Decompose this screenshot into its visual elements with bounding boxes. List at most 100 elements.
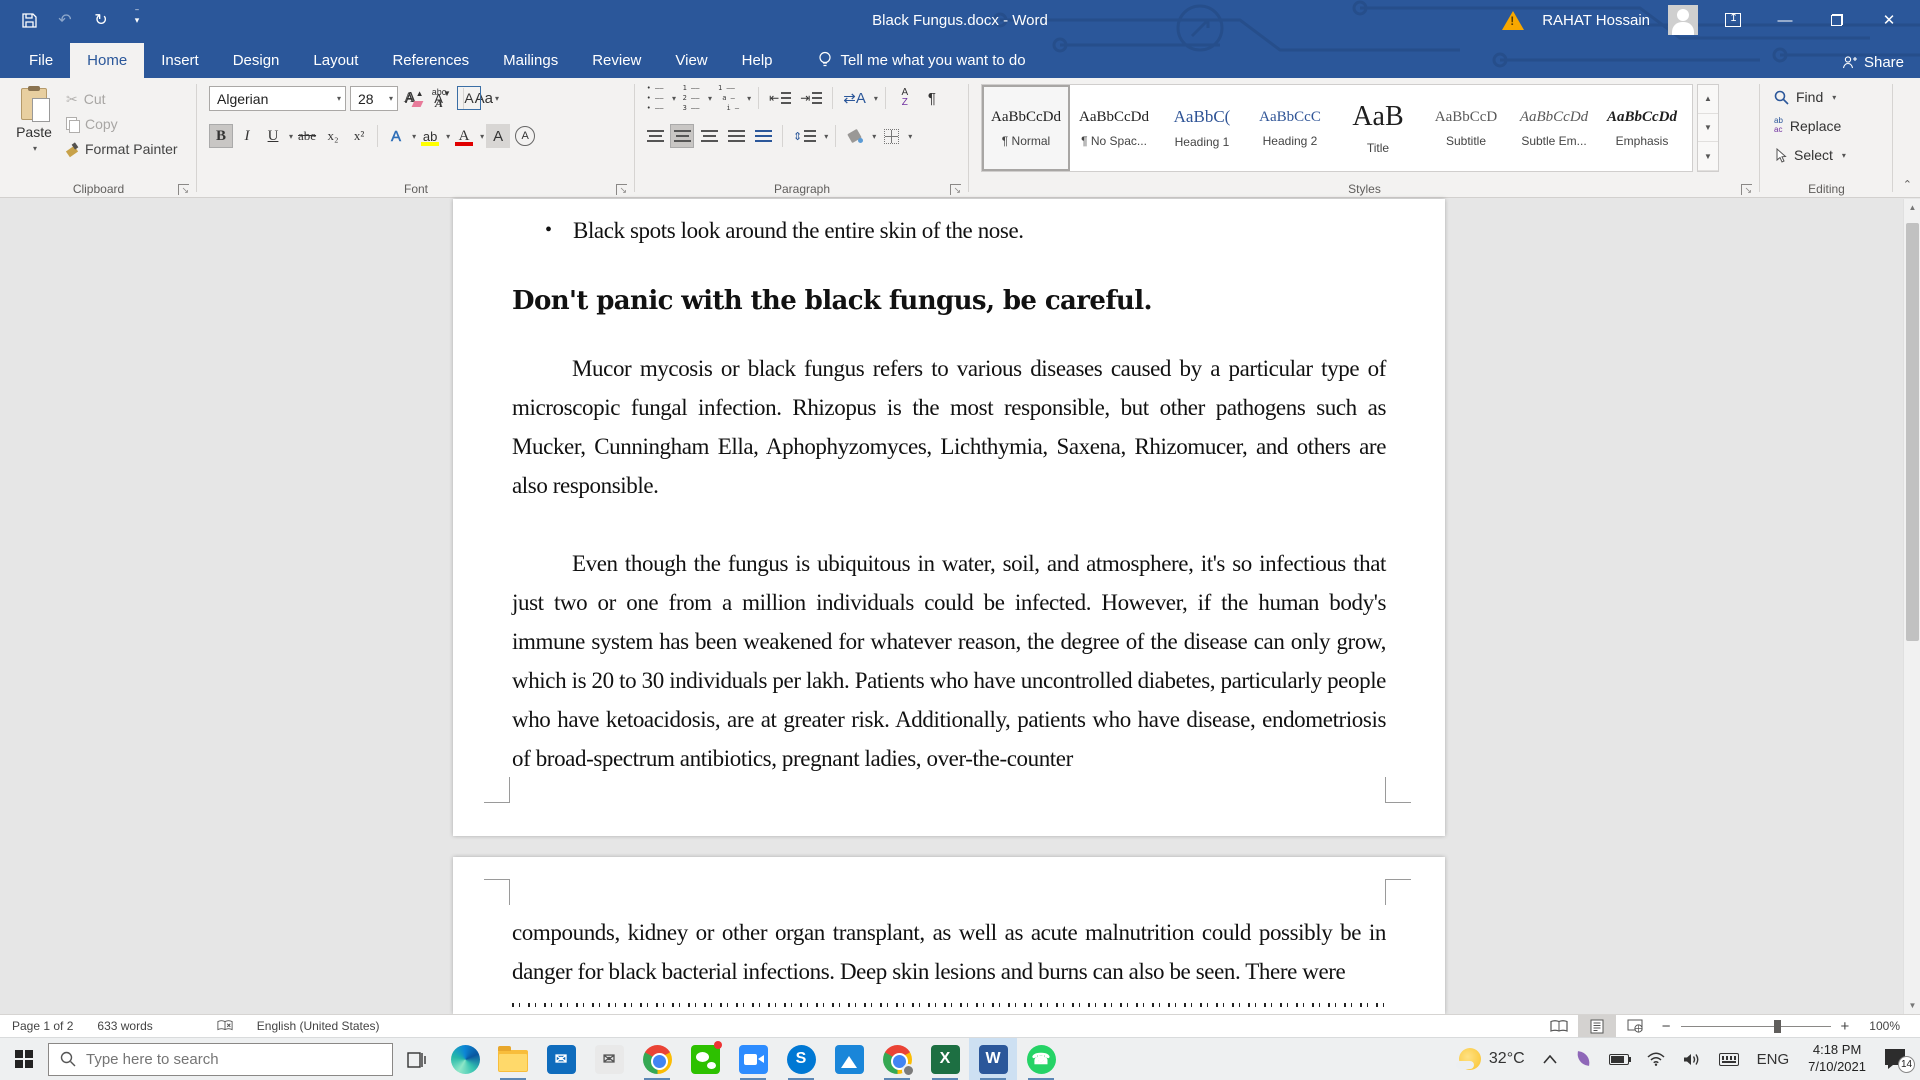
- tab-design[interactable]: Design: [216, 43, 297, 78]
- replace-button[interactable]: ab ac Replace: [1774, 115, 1846, 137]
- text-effects-dropdown-arrow[interactable]: ▾: [412, 132, 416, 141]
- tab-home[interactable]: Home: [70, 43, 144, 78]
- superscript-button[interactable]: x²: [347, 124, 371, 148]
- taskbar-app-whatsapp[interactable]: ☎: [1017, 1038, 1065, 1080]
- taskbar-app-chrome-profile[interactable]: [873, 1038, 921, 1080]
- vertical-scrollbar[interactable]: ▲ ▼: [1903, 199, 1920, 1014]
- shading-dropdown-arrow[interactable]: ▾: [872, 132, 876, 141]
- bold-button[interactable]: B: [209, 124, 233, 148]
- close-button[interactable]: ✕: [1872, 0, 1906, 40]
- font-color-dropdown-arrow[interactable]: ▾: [480, 132, 484, 141]
- show-formatting-marks-button[interactable]: ¶: [920, 86, 944, 110]
- collapse-ribbon-icon[interactable]: ⌃: [1903, 178, 1912, 191]
- taskbar-app-word[interactable]: W: [969, 1038, 1017, 1080]
- select-dropdown-arrow[interactable]: ▾: [1842, 151, 1846, 160]
- styles-gallery-more-icon[interactable]: ▼: [1698, 142, 1718, 171]
- style-heading-1[interactable]: AaBbC(Heading 1: [1158, 85, 1246, 171]
- line-spacing-dropdown-arrow[interactable]: ▾: [824, 132, 828, 141]
- styles-scroll-up-icon[interactable]: ▲: [1698, 85, 1718, 114]
- tab-view[interactable]: View: [658, 43, 724, 78]
- select-button[interactable]: Select ▾: [1774, 144, 1846, 166]
- zoom-slider-handle[interactable]: [1774, 1020, 1781, 1033]
- clipboard-dialog-launcher-icon[interactable]: ↘: [178, 184, 189, 195]
- language-switcher[interactable]: ENG: [1748, 1038, 1799, 1080]
- taskbar-app-google-chrome[interactable]: [633, 1038, 681, 1080]
- ribbon-display-options-icon[interactable]: [1716, 0, 1750, 40]
- tab-layout[interactable]: Layout: [296, 43, 375, 78]
- style-no-spac[interactable]: AaBbCcDd¶ No Spac...: [1070, 85, 1158, 171]
- style-title[interactable]: AaBTitle: [1334, 85, 1422, 171]
- align-right-button[interactable]: [697, 124, 721, 148]
- scroll-up-arrow-icon[interactable]: ▲: [1904, 199, 1920, 216]
- scrollbar-thumb[interactable]: [1906, 223, 1919, 641]
- warning-icon[interactable]: [1502, 11, 1524, 30]
- subscript-button[interactable]: x₂: [321, 124, 345, 148]
- weather-widget[interactable]: 32°C: [1450, 1038, 1534, 1080]
- volume-tray-icon[interactable]: [1674, 1038, 1710, 1080]
- battery-tray-icon[interactable]: [1600, 1038, 1638, 1080]
- document-page-2[interactable]: compounds, kidney or other organ transpl…: [453, 857, 1445, 1014]
- bullets-button[interactable]: • —— • —— • ——: [643, 86, 667, 110]
- styles-dialog-launcher-icon[interactable]: ↘: [1741, 184, 1752, 195]
- tell-me-box[interactable]: Tell me what you want to do: [818, 51, 1026, 78]
- web-layout-button[interactable]: [1616, 1015, 1654, 1037]
- page-indicator[interactable]: Page 1 of 2: [0, 1019, 85, 1033]
- line-spacing-button[interactable]: ⇕: [790, 124, 819, 148]
- zoom-slider[interactable]: − +: [1662, 1018, 1850, 1035]
- distribute-button[interactable]: [751, 124, 775, 148]
- taskbar-app-skype[interactable]: S: [777, 1038, 825, 1080]
- text-effects-button[interactable]: A: [384, 124, 408, 148]
- multilevel-dropdown-arrow[interactable]: ▾: [747, 94, 751, 103]
- underline-button[interactable]: U: [261, 124, 285, 148]
- tab-references[interactable]: References: [375, 43, 486, 78]
- tab-help[interactable]: Help: [725, 43, 790, 78]
- strikethrough-button[interactable]: abe: [295, 124, 319, 148]
- format-painter-button[interactable]: Format Painter: [66, 138, 178, 160]
- style-emphasis[interactable]: AaBbCcDdEmphasis: [1598, 85, 1686, 171]
- character-shading-button[interactable]: A: [486, 124, 510, 148]
- numbering-button[interactable]: 1 —— 2 —— 3 ——: [679, 86, 703, 110]
- font-name-combo[interactable]: Algerian▾: [209, 86, 346, 111]
- numbering-dropdown-arrow[interactable]: ▾: [708, 94, 712, 103]
- paragraph-dialog-launcher-icon[interactable]: ↘: [950, 184, 961, 195]
- zoom-out-icon[interactable]: −: [1662, 1018, 1671, 1035]
- asian-layout-dropdown-arrow[interactable]: ▾: [874, 94, 878, 103]
- tab-mailings[interactable]: Mailings: [486, 43, 575, 78]
- borders-button[interactable]: [879, 124, 903, 148]
- asian-layout-button[interactable]: ⇄A: [840, 86, 869, 110]
- align-left-button[interactable]: [643, 124, 667, 148]
- zoom-in-icon[interactable]: +: [1841, 1018, 1850, 1035]
- decrease-indent-button[interactable]: ⇤: [766, 86, 794, 110]
- taskbar-app-excel[interactable]: X: [921, 1038, 969, 1080]
- search-input[interactable]: [86, 1051, 366, 1068]
- character-border-button[interactable]: A: [457, 86, 481, 110]
- font-size-combo[interactable]: 28▾: [350, 86, 398, 111]
- find-button[interactable]: Find ▾: [1774, 86, 1846, 108]
- action-center-button[interactable]: 14: [1876, 1038, 1920, 1080]
- style-subtle-em[interactable]: AaBbCcDdSubtle Em...: [1510, 85, 1598, 171]
- zoom-level[interactable]: 100%: [1857, 1019, 1912, 1033]
- borders-dropdown-arrow[interactable]: ▾: [908, 132, 912, 141]
- user-avatar[interactable]: [1668, 5, 1698, 35]
- taskbar-app-photos[interactable]: [825, 1038, 873, 1080]
- italic-button[interactable]: I: [235, 124, 259, 148]
- taskbar-app-mail-classic[interactable]: ✉: [585, 1038, 633, 1080]
- style-heading-2[interactable]: AaBbCcCHeading 2: [1246, 85, 1334, 171]
- highlight-dropdown-arrow[interactable]: ▾: [446, 132, 450, 141]
- text-highlight-button[interactable]: ab: [418, 124, 442, 148]
- tab-review[interactable]: Review: [575, 43, 658, 78]
- read-mode-button[interactable]: [1540, 1015, 1578, 1037]
- print-layout-button[interactable]: [1578, 1015, 1616, 1037]
- touch-keyboard-tray-icon[interactable]: [1710, 1038, 1748, 1080]
- tab-insert[interactable]: Insert: [144, 43, 216, 78]
- shading-button[interactable]: [843, 124, 867, 148]
- taskbar-app-wechat[interactable]: [681, 1038, 729, 1080]
- phonetic-guide-button[interactable]: abc A: [427, 86, 451, 110]
- find-dropdown-arrow[interactable]: ▾: [1832, 93, 1836, 102]
- font-dialog-launcher-icon[interactable]: ↘: [616, 184, 627, 195]
- bullets-dropdown-arrow[interactable]: ▾: [672, 94, 676, 103]
- increase-indent-button[interactable]: ⇥: [797, 86, 825, 110]
- scroll-down-arrow-icon[interactable]: ▼: [1904, 997, 1920, 1014]
- multilevel-list-button[interactable]: 1 —— a — i —: [715, 86, 742, 110]
- paste-dropdown-arrow[interactable]: ▾: [33, 144, 37, 153]
